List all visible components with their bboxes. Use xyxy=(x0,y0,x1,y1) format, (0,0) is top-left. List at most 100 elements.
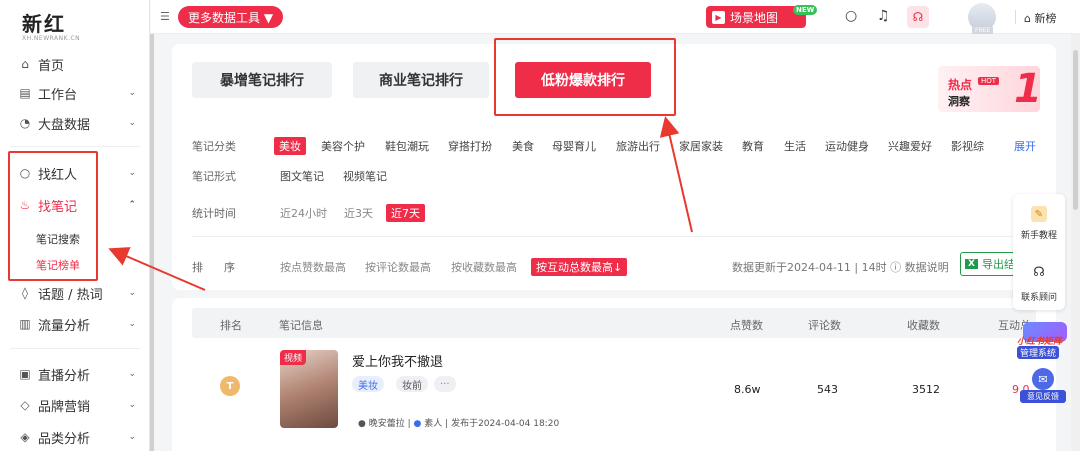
category-chip[interactable]: 教育 xyxy=(742,138,764,154)
sidebar-item-home[interactable]: ⌂ 首页 xyxy=(0,52,150,76)
note-tag[interactable]: 美妆 xyxy=(352,376,384,392)
logo-text: 新红 xyxy=(22,12,66,36)
matrix-promo[interactable]: 小红书矩阵 管理系统 xyxy=(1013,322,1071,364)
chevron-down-icon: ⌄ xyxy=(128,118,136,128)
likes-value: 8.6w xyxy=(734,383,761,396)
category-chip[interactable]: 美食 xyxy=(512,138,534,154)
tab-surge-notes[interactable]: 暴增笔记排行 xyxy=(192,62,332,98)
category-chip[interactable]: 穿搭打扮 xyxy=(448,138,492,154)
rank-medal-icon: T xyxy=(220,376,240,396)
sidebar-item-label: 品类分析 xyxy=(38,431,91,447)
live-icon: ▣ xyxy=(19,367,31,381)
sidebar-item-label: 流量分析 xyxy=(38,318,91,334)
sidebar-item-label: 首页 xyxy=(38,58,65,74)
category-chip[interactable]: 运动健身 xyxy=(825,138,869,154)
author-avatar-icon: ● xyxy=(358,419,366,429)
feedback-label: 意见反馈 xyxy=(1020,390,1066,403)
category-icon: ◈ xyxy=(20,430,30,444)
th-comments: 评论数 xyxy=(808,319,841,332)
sort-chip[interactable]: 按评论数最高 xyxy=(365,259,431,275)
time-label: 统计时间 xyxy=(192,207,236,220)
chevron-down-icon: ⌄ xyxy=(128,168,136,178)
sidebar-item-brand[interactable]: ◇ 品牌营销 ⌄ xyxy=(0,393,150,417)
category-chip[interactable]: 美容个护 xyxy=(321,138,365,154)
update-info: 数据更新于2024-04-11 | 14时 ⓘ 数据说明 xyxy=(732,261,949,274)
category-chip[interactable]: 家居家装 xyxy=(679,138,723,154)
menu-collapse-icon[interactable]: ☰ xyxy=(160,10,170,23)
category-chip[interactable]: 兴趣爱好 xyxy=(888,138,932,154)
category-chip[interactable]: 母婴育儿 xyxy=(552,138,596,154)
time-chip[interactable]: 近3天 xyxy=(344,205,373,221)
headset-icon[interactable]: ☊ xyxy=(1031,264,1047,280)
time-chip[interactable]: 近24小时 xyxy=(280,205,327,221)
category-chip[interactable]: 美妆 xyxy=(274,137,306,155)
newrank-link[interactable]: ⌂ 新榜 xyxy=(1024,10,1056,26)
expand-link[interactable]: 展开 xyxy=(1014,138,1036,154)
tab-commercial-notes[interactable]: 商业笔记排行 xyxy=(353,62,489,98)
note-title[interactable]: 爱上你我不撤退 xyxy=(352,351,443,370)
chevron-down-icon: ⌄ xyxy=(128,88,136,98)
more-tags[interactable]: ··· xyxy=(434,376,456,392)
bell-icon[interactable]: ♫ xyxy=(877,8,890,24)
ranking-card: 暴增笔记排行 商业笔记排行 低粉爆款排行 热点 HOT 洞察 1 笔记分类 美妆… xyxy=(172,38,1056,290)
time-chip[interactable]: 近7天 xyxy=(386,204,425,222)
hot-insight-banner[interactable]: 热点 HOT 洞察 1 xyxy=(938,66,1042,112)
play-icon: ▶ xyxy=(712,10,725,24)
feedback-button[interactable]: ✉ 意见反馈 xyxy=(1020,368,1066,404)
form-chip[interactable]: 视频笔记 xyxy=(343,168,387,184)
form-chip[interactable]: 图文笔记 xyxy=(280,168,324,184)
author-type-icon: ● xyxy=(413,419,422,429)
contact-label[interactable]: 联系顾问 xyxy=(1013,290,1065,303)
th-rank: 排名 xyxy=(220,319,242,332)
newrank-label: 新榜 xyxy=(1034,12,1057,25)
author-name[interactable]: 晚安蕾拉 xyxy=(369,419,405,429)
traffic-icon: ▥ xyxy=(19,317,31,331)
sort-chip[interactable]: 按收藏数最高 xyxy=(451,259,517,275)
sort-label: 排 xyxy=(192,261,203,274)
sort-label: 序 xyxy=(224,261,235,274)
th-favorites: 收藏数 xyxy=(907,319,940,332)
category-chip[interactable]: 生活 xyxy=(784,138,806,154)
chevron-down-icon: ⌄ xyxy=(128,288,136,298)
category-chip[interactable]: 旅游出行 xyxy=(616,138,660,154)
brand-icon: ◇ xyxy=(20,398,30,412)
sort-chip[interactable]: 按点赞数最高 xyxy=(280,259,346,275)
th-note-info: 笔记信息 xyxy=(279,319,323,332)
hot-title: 热点 xyxy=(948,78,973,92)
sidebar-item-dashboard[interactable]: ◔ 大盘数据 ⌄ xyxy=(0,111,150,135)
form-label: 笔记形式 xyxy=(192,170,236,183)
hot-subtitle: 洞察 xyxy=(948,95,970,108)
sidebar: 新红 XH.NEWRANK.CN ⌂ 首页 ▤ 工作台 ⌄ ◔ 大盘数据 ⌄ ○… xyxy=(0,0,150,451)
sidebar-item-category[interactable]: ◈ 品类分析 ⌄ xyxy=(0,425,150,449)
home-icon: ⌂ xyxy=(21,57,29,71)
ranking-table: 排名 笔记信息 点赞数 评论数 收藏数 互动总 T 视频 爱上你我不撤退 美妆 … xyxy=(172,298,1056,451)
scene-map-button[interactable]: ▶ 场景地图 xyxy=(706,6,806,28)
sort-chip[interactable]: 按互动总数最高↓ xyxy=(531,258,628,276)
sidebar-scrollbar[interactable] xyxy=(150,34,154,451)
tutorial-icon[interactable]: ✎ xyxy=(1031,206,1047,222)
comments-value: 543 xyxy=(817,383,838,396)
search-icon[interactable]: ○ xyxy=(845,8,857,24)
category-chip[interactable]: 鞋包潮玩 xyxy=(385,138,429,154)
publish-time: 发布于2024-04-04 18:20 xyxy=(451,419,560,429)
note-thumbnail[interactable]: 视频 xyxy=(280,350,338,428)
sidebar-item-live[interactable]: ▣ 直播分析 ⌄ xyxy=(0,362,150,386)
sidebar-item-topic[interactable]: ◊ 话题 / 热词 ⌄ xyxy=(0,281,150,305)
excel-icon: X xyxy=(965,259,978,269)
logo[interactable]: 新红 XH.NEWRANK.CN xyxy=(22,8,80,42)
new-badge: NEW xyxy=(793,5,818,15)
chevron-up-icon: ⌃ xyxy=(128,200,136,210)
headset-icon[interactable]: ☊ xyxy=(907,6,929,28)
tutorial-label[interactable]: 新手教程 xyxy=(1013,228,1065,241)
sidebar-item-workbench[interactable]: ▤ 工作台 ⌄ xyxy=(0,81,150,105)
chevron-down-icon: ⌄ xyxy=(128,369,136,379)
sidebar-item-traffic[interactable]: ▥ 流量分析 ⌄ xyxy=(0,312,150,336)
sidebar-divider xyxy=(10,146,140,147)
workbench-icon: ▤ xyxy=(19,86,31,100)
free-tag: FREE xyxy=(972,27,994,34)
page-scrollbar-thumb[interactable] xyxy=(1073,50,1078,210)
more-tools-button[interactable]: 更多数据工具 ▼ xyxy=(178,6,284,28)
category-chip[interactable]: 影视综 xyxy=(951,138,984,154)
note-tag[interactable]: 妆前 xyxy=(396,376,428,392)
author-type: 素人 xyxy=(424,419,443,429)
